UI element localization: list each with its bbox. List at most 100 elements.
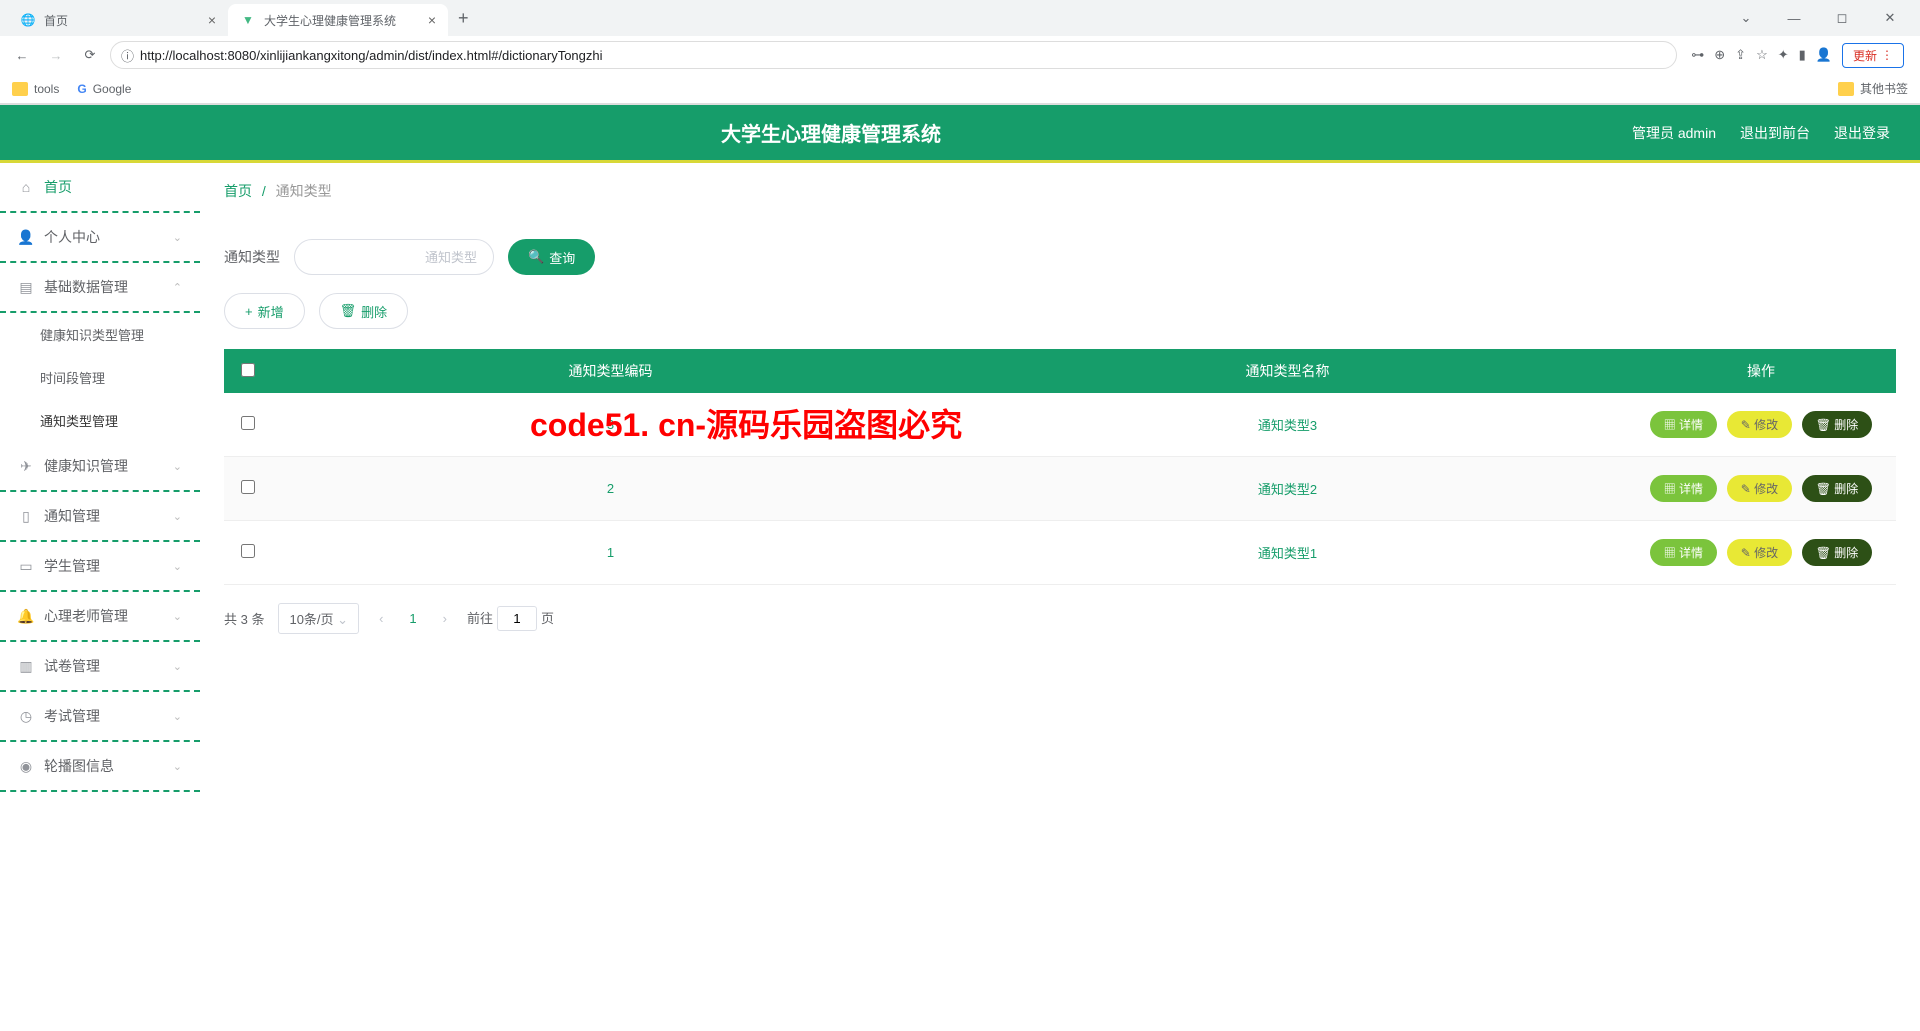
sidebar-item-psych-teacher[interactable]: 🔔心理老师管理⌄ bbox=[0, 592, 200, 642]
detail-button[interactable]: ▦ 详情 bbox=[1650, 539, 1717, 566]
sidebar-item-basic-data[interactable]: ▤基础数据管理⌃ bbox=[0, 263, 200, 313]
query-button[interactable]: 🔍查询 bbox=[508, 239, 595, 275]
folder-icon bbox=[12, 82, 28, 96]
sidebar-item-student[interactable]: ▭学生管理⌄ bbox=[0, 542, 200, 592]
edit-button[interactable]: ✎ 修改 bbox=[1727, 411, 1792, 438]
close-window-icon[interactable]: ✕ bbox=[1868, 3, 1912, 33]
sidebar-sub-health-type[interactable]: 健康知识类型管理 bbox=[0, 313, 200, 356]
sidebar-item-carousel[interactable]: ◉轮播图信息⌄ bbox=[0, 742, 200, 792]
sidebar-sub-time[interactable]: 时间段管理 bbox=[0, 356, 200, 399]
google-icon: G bbox=[77, 82, 86, 96]
page-number[interactable]: 1 bbox=[403, 611, 422, 626]
row-delete-button[interactable]: 🗑 删除 bbox=[1802, 411, 1873, 438]
search-input[interactable] bbox=[294, 239, 494, 275]
tab-title: 首页 bbox=[44, 12, 68, 29]
search-icon: 🔍 bbox=[528, 249, 544, 265]
folder-icon bbox=[1838, 82, 1854, 96]
url-text: http://localhost:8080/xinlijiankangxiton… bbox=[140, 48, 603, 63]
new-tab-button[interactable]: + bbox=[448, 8, 479, 29]
breadcrumb-home[interactable]: 首页 bbox=[224, 183, 252, 199]
star-icon[interactable]: ☆ bbox=[1756, 47, 1768, 63]
row-delete-button[interactable]: 🗑 删除 bbox=[1802, 539, 1873, 566]
tab-strip: 🌐 首页 × ▼ 大学生心理健康管理系统 × + ⌄ — ◻ ✕ bbox=[0, 0, 1920, 36]
select-all-checkbox[interactable] bbox=[241, 363, 255, 377]
bookmark-google[interactable]: GGoogle bbox=[77, 82, 131, 96]
header-links: 管理员 admin 退出到前台 退出登录 bbox=[1632, 123, 1890, 143]
logout-link[interactable]: 退出登录 bbox=[1834, 123, 1890, 143]
extensions-icon[interactable]: ✦ bbox=[1778, 47, 1789, 63]
exit-front-link[interactable]: 退出到前台 bbox=[1740, 123, 1810, 143]
plus-icon: + bbox=[245, 304, 253, 319]
profile-icon[interactable]: 👤 bbox=[1816, 47, 1832, 63]
forward-button[interactable]: → bbox=[42, 41, 70, 69]
sidebar-item-home[interactable]: ⌂首页 bbox=[0, 163, 200, 213]
dropdown-icon[interactable]: ⌄ bbox=[1724, 3, 1768, 33]
table-row: 1 通知类型1 ▦ 详情 ✎ 修改 🗑 删除 bbox=[224, 521, 1896, 585]
close-icon[interactable]: × bbox=[428, 12, 436, 28]
vue-icon: ▼ bbox=[240, 12, 256, 28]
prev-page[interactable]: ‹ bbox=[373, 611, 389, 626]
share-icon[interactable]: ⇪ bbox=[1735, 47, 1746, 63]
sidebar-item-exam[interactable]: ◷考试管理⌄ bbox=[0, 692, 200, 742]
update-button[interactable]: 更新 ⋮ bbox=[1842, 43, 1904, 68]
row-code[interactable]: 1 bbox=[272, 521, 949, 585]
col-name: 通知类型名称 bbox=[949, 349, 1626, 393]
sidebar-sub-notice-type[interactable]: 通知类型管理 bbox=[0, 399, 200, 442]
add-button[interactable]: +新增 bbox=[224, 293, 305, 329]
bookmark-other[interactable]: 其他书签 bbox=[1838, 80, 1908, 97]
delete-button[interactable]: 🗑删除 bbox=[319, 293, 409, 329]
search-label: 通知类型 bbox=[224, 247, 280, 267]
row-name[interactable]: 通知类型3 bbox=[949, 393, 1626, 457]
close-icon[interactable]: × bbox=[208, 12, 216, 28]
row-checkbox[interactable] bbox=[241, 480, 255, 494]
row-code[interactable]: 3 bbox=[272, 393, 949, 457]
row-name[interactable]: 通知类型2 bbox=[949, 457, 1626, 521]
main-content: 首页 / 通知类型 通知类型 🔍查询 +新增 🗑删除 通知类型编码 通知类型名 bbox=[200, 163, 1920, 1031]
sidebar-item-health-knowledge[interactable]: ✈健康知识管理⌄ bbox=[0, 442, 200, 492]
notice-icon: ▯ bbox=[18, 508, 34, 525]
detail-button[interactable]: ▦ 详情 bbox=[1650, 475, 1717, 502]
detail-button[interactable]: ▦ 详情 bbox=[1650, 411, 1717, 438]
row-delete-button[interactable]: 🗑 删除 bbox=[1802, 475, 1873, 502]
chevron-down-icon: ⌄ bbox=[173, 610, 182, 623]
goto-label: 前往页 bbox=[467, 606, 554, 631]
image-icon: ◉ bbox=[18, 758, 34, 775]
tab-home[interactable]: 🌐 首页 × bbox=[8, 4, 228, 36]
action-row: +新增 🗑删除 bbox=[224, 293, 1896, 329]
data-table: 通知类型编码 通知类型名称 操作 3 通知类型3 ▦ 详情 ✎ 修改 🗑 删除 … bbox=[224, 349, 1896, 585]
chevron-down-icon: ⌄ bbox=[173, 560, 182, 573]
student-icon: ▭ bbox=[18, 558, 34, 575]
breadcrumb-current: 通知类型 bbox=[276, 183, 332, 199]
back-button[interactable]: ← bbox=[8, 41, 36, 69]
key-icon[interactable]: ⊶ bbox=[1691, 47, 1704, 63]
edit-button[interactable]: ✎ 修改 bbox=[1727, 539, 1792, 566]
row-checkbox[interactable] bbox=[241, 416, 255, 430]
row-code[interactable]: 2 bbox=[272, 457, 949, 521]
tab-title: 大学生心理健康管理系统 bbox=[264, 12, 396, 29]
minimize-icon[interactable]: — bbox=[1772, 3, 1816, 33]
goto-input[interactable] bbox=[497, 606, 537, 631]
panel-icon[interactable]: ▮ bbox=[1799, 47, 1806, 63]
sidebar-item-notice[interactable]: ▯通知管理⌄ bbox=[0, 492, 200, 542]
sidebar-item-personal[interactable]: 👤个人中心⌄ bbox=[0, 213, 200, 263]
search-toolbar: 通知类型 🔍查询 bbox=[224, 239, 1896, 275]
next-page[interactable]: › bbox=[437, 611, 453, 626]
tab-app[interactable]: ▼ 大学生心理健康管理系统 × bbox=[228, 4, 448, 36]
clock-icon: ◷ bbox=[18, 708, 34, 725]
row-checkbox[interactable] bbox=[241, 544, 255, 558]
chevron-down-icon: ⌄ bbox=[173, 710, 182, 723]
edit-button[interactable]: ✎ 修改 bbox=[1727, 475, 1792, 502]
maximize-icon[interactable]: ◻ bbox=[1820, 3, 1864, 33]
table-row: 2 通知类型2 ▦ 详情 ✎ 修改 🗑 删除 bbox=[224, 457, 1896, 521]
admin-label[interactable]: 管理员 admin bbox=[1632, 123, 1716, 143]
col-ops: 操作 bbox=[1626, 349, 1896, 393]
home-icon: ⌂ bbox=[18, 179, 34, 195]
sidebar-item-exam-paper[interactable]: ▥试卷管理⌄ bbox=[0, 642, 200, 692]
url-bar[interactable]: ⓘ http://localhost:8080/xinlijiankangxit… bbox=[110, 41, 1677, 69]
zoom-icon[interactable]: ⊕ bbox=[1714, 47, 1725, 63]
reload-button[interactable]: ⟳ bbox=[76, 41, 104, 69]
page-size-select[interactable]: 10条/页 ⌄ bbox=[278, 603, 359, 634]
info-icon: ⓘ bbox=[121, 46, 134, 65]
bookmark-tools[interactable]: tools bbox=[12, 82, 59, 96]
row-name[interactable]: 通知类型1 bbox=[949, 521, 1626, 585]
